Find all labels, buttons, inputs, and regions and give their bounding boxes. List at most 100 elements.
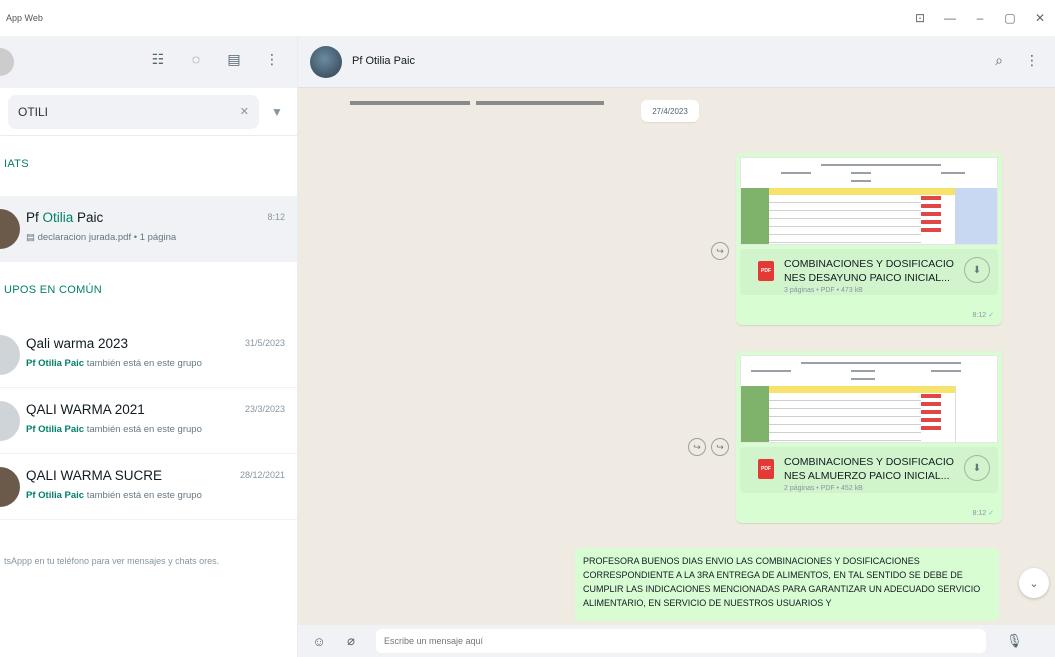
message-time: 8:12 ✓ bbox=[740, 493, 998, 519]
section-groups-label: UPOS EN COMÚN bbox=[4, 284, 103, 296]
minimize-button[interactable]: — bbox=[935, 11, 965, 25]
menu-icon[interactable]: ⋮ bbox=[263, 51, 281, 68]
chat-item[interactable]: Pf Otilia Paic 8:12 ▤ declaracion jurada… bbox=[0, 196, 297, 262]
chat-name-suffix: Paic bbox=[73, 210, 104, 225]
thumb-grid bbox=[769, 195, 921, 244]
group-member: Pf Otilia Paic bbox=[26, 424, 85, 435]
title-bar: App Web ⊡ — – ▢ ✕ bbox=[0, 0, 1055, 36]
thumb-line bbox=[851, 180, 871, 182]
search-highlight: Otilia bbox=[42, 210, 74, 225]
phone-sync-note: tsAppp en tu teléfono para ver mensajes … bbox=[4, 556, 220, 566]
window-controls: ⊡ — – ▢ ✕ bbox=[905, 0, 1055, 36]
read-ticks-icon: ✓ bbox=[988, 312, 994, 319]
group-member: Pf Otilia Paic bbox=[26, 490, 85, 501]
conversation-header-icons: ⌕ ⋮ bbox=[995, 52, 1039, 69]
new-chat-icon[interactable]: ▤ bbox=[225, 51, 243, 68]
my-avatar[interactable] bbox=[0, 48, 14, 76]
document-info[interactable]: PDF COMBINACIONES Y DOSIFICACIO NES DESA… bbox=[740, 249, 998, 295]
text-message[interactable]: PROFESORA BUENOS DIAS ENVIO LAS COMBINAC… bbox=[575, 548, 999, 621]
group-preview: Pf Otilia Paic también está en este grup… bbox=[26, 358, 202, 369]
time-text: 8:12 bbox=[972, 312, 987, 319]
forward-icon[interactable]: ↪ bbox=[688, 438, 706, 456]
document-meta: 3 páginas • PDF • 473 kB bbox=[784, 287, 863, 294]
contact-avatar[interactable] bbox=[310, 46, 342, 78]
contact-name[interactable]: Pf Otilia Paic bbox=[352, 55, 415, 67]
document-name: COMBINACIONES Y DOSIFICACIO NES DESAYUNO… bbox=[784, 258, 954, 284]
document-name: COMBINACIONES Y DOSIFICACIO NES ALMUERZO… bbox=[784, 456, 954, 482]
scroll-down-icon[interactable]: ⌄ bbox=[1019, 568, 1049, 598]
chat-name-prefix: Pf bbox=[26, 210, 43, 225]
section-chats-label: IATS bbox=[4, 158, 29, 170]
time-text: 8:12 bbox=[972, 510, 987, 517]
chat-preview: ▤ declaracion jurada.pdf • 1 página bbox=[26, 232, 177, 243]
message-composer: ☺ ⌀ 🎙 bbox=[298, 625, 1055, 657]
conversation-header[interactable]: Pf Otilia Paic ⌕ ⋮ bbox=[298, 36, 1055, 88]
thumb-line bbox=[941, 172, 965, 174]
pdf-icon: PDF bbox=[758, 261, 774, 281]
app-title: App Web bbox=[6, 13, 43, 23]
document-meta: 2 páginas • PDF • 452 kB bbox=[784, 485, 863, 492]
group-avatar bbox=[0, 401, 20, 441]
maximize-button[interactable]: ▢ bbox=[995, 11, 1025, 25]
document-thumbnail[interactable] bbox=[740, 355, 998, 443]
close-button[interactable]: ✕ bbox=[1025, 11, 1055, 25]
group-preview-text: también está en este grupo bbox=[84, 490, 202, 501]
group-date: 28/12/2021 bbox=[239, 470, 285, 480]
chat-time: 8:12 bbox=[267, 212, 285, 222]
message-input[interactable] bbox=[376, 629, 986, 653]
scroll-line bbox=[476, 101, 604, 105]
pdf-icon: PDF bbox=[758, 459, 774, 479]
forward-icon[interactable]: ↪ bbox=[711, 242, 729, 260]
attach-icon[interactable]: ⌀ bbox=[340, 633, 362, 649]
group-preview: Pf Otilia Paic también está en este grup… bbox=[26, 424, 202, 435]
thumb-band bbox=[955, 386, 997, 442]
group-name: QALI WARMA SUCRE bbox=[26, 468, 163, 483]
message-time: 8:12 ✓ bbox=[740, 295, 998, 321]
thumb-line bbox=[851, 172, 871, 174]
search-box: ✕ bbox=[8, 94, 259, 129]
emoji-icon[interactable]: ☺ bbox=[308, 634, 330, 649]
thumb-line bbox=[851, 370, 875, 372]
mic-icon[interactable]: 🎙 bbox=[1006, 633, 1023, 649]
group-date: 31/5/2023 bbox=[244, 338, 285, 348]
group-name: QALI WARMA 2021 bbox=[26, 402, 145, 417]
group-preview-text: también está en este grupo bbox=[84, 424, 202, 435]
thumb-line bbox=[801, 362, 961, 364]
group-avatar bbox=[0, 467, 20, 507]
group-member: Pf Otilia Paic bbox=[26, 358, 85, 369]
download-icon[interactable]: ⬇ bbox=[964, 455, 990, 481]
document-thumbnail[interactable] bbox=[740, 157, 998, 245]
thumb-line bbox=[851, 378, 875, 380]
thumb-line bbox=[751, 370, 791, 372]
thumb-band bbox=[741, 386, 769, 442]
app-icon[interactable]: ⊡ bbox=[905, 11, 935, 25]
group-date: 23/3/2023 bbox=[244, 404, 285, 414]
filter-icon[interactable]: ▼ bbox=[265, 105, 289, 119]
thumb-grid bbox=[769, 393, 921, 442]
date-chip: 27/4/2023 bbox=[641, 100, 699, 122]
sidebar: ☷ ◌ ▤ ⋮ ✕ ▼ IATS Pf Otilia Paic 8:12 ▤ d… bbox=[0, 36, 298, 657]
status-icon[interactable]: ◌ bbox=[187, 51, 205, 68]
avatar bbox=[0, 209, 20, 249]
clear-search-icon[interactable]: ✕ bbox=[240, 105, 249, 118]
scroll-indicator bbox=[350, 92, 610, 110]
read-ticks-icon: ✓ bbox=[988, 510, 994, 517]
search-input[interactable] bbox=[18, 104, 234, 119]
forward-icon[interactable]: ↪ bbox=[711, 438, 729, 456]
group-item[interactable]: QALI WARMA 2021 23/3/2023 Pf Otilia Paic… bbox=[0, 388, 297, 454]
search-icon[interactable]: ⌕ bbox=[995, 52, 1003, 69]
document-message[interactable]: PDF COMBINACIONES Y DOSIFICACIO NES DESA… bbox=[736, 153, 1002, 325]
scroll-line bbox=[350, 101, 470, 105]
group-item[interactable]: QALI WARMA SUCRE 28/12/2021 Pf Otilia Pa… bbox=[0, 454, 297, 520]
document-message[interactable]: PDF COMBINACIONES Y DOSIFICACIO NES ALMU… bbox=[736, 351, 1002, 523]
restore-icon[interactable]: – bbox=[965, 11, 995, 25]
group-avatar bbox=[0, 335, 20, 375]
conversation-panel: Pf Otilia Paic ⌕ ⋮ 27/4/2023 ↪ PDF COMBI… bbox=[298, 36, 1055, 657]
group-item[interactable]: Qali warma 2023 31/5/2023 Pf Otilia Paic… bbox=[0, 322, 297, 388]
menu-icon[interactable]: ⋮ bbox=[1025, 52, 1039, 69]
community-icon[interactable]: ☷ bbox=[149, 51, 167, 68]
sidebar-header-icons: ☷ ◌ ▤ ⋮ bbox=[149, 51, 281, 68]
download-icon[interactable]: ⬇ bbox=[964, 257, 990, 283]
document-info[interactable]: PDF COMBINACIONES Y DOSIFICACIO NES ALMU… bbox=[740, 447, 998, 493]
thumb-band bbox=[921, 394, 941, 434]
